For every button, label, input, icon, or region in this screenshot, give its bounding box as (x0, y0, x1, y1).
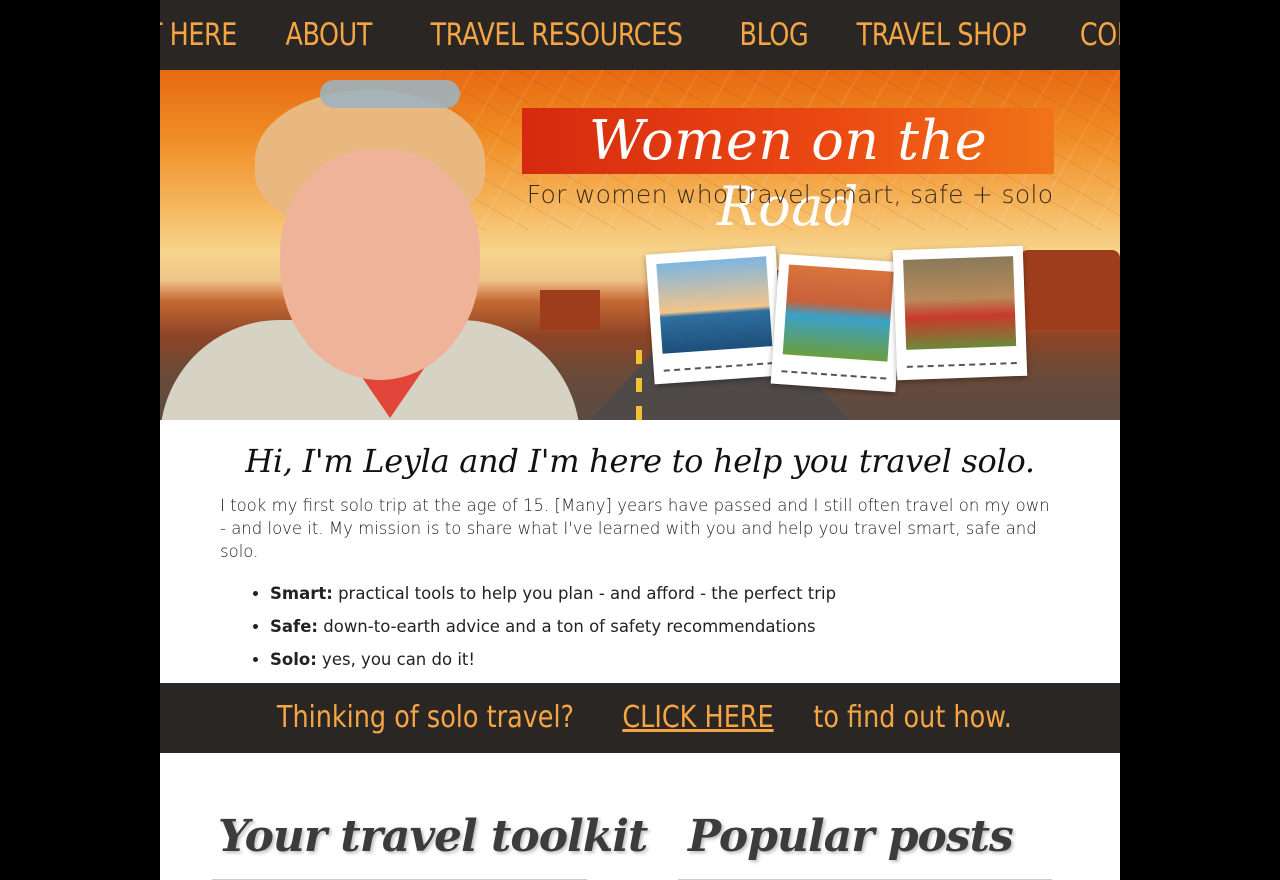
cta-text-before: Thinking of solo travel? (276, 700, 583, 735)
hero-banner: Women on the Road For women who travel s… (160, 70, 1120, 420)
site-tagline: For women who travel smart, safe + solo (526, 180, 1054, 209)
toolkit-heading: Your travel toolkit (218, 811, 648, 862)
polaroid-beach (645, 245, 785, 385)
cta-text-after: to find out how. (805, 700, 1012, 735)
road-line (636, 350, 642, 420)
polaroid-scooter (892, 245, 1028, 381)
site-title: Women on the Road (588, 109, 988, 238)
bullet-text: yes, you can do it! (316, 650, 475, 669)
intro-section: Hi, I'm Leyla and I'm here to help you t… (160, 420, 1120, 683)
nav-start-here[interactable]: START HERE (160, 17, 238, 53)
cactus-image (782, 264, 894, 362)
values-list: Smart: practical tools to help you plan … (270, 582, 1060, 671)
list-item: Solo: yes, you can do it! (270, 648, 1060, 671)
intro-heading: Hi, I'm Leyla and I'm here to help you t… (245, 442, 1035, 480)
dashed-trail (781, 370, 887, 380)
cta-click-here-link[interactable]: CLICK HERE (622, 683, 773, 753)
sunglasses (320, 80, 460, 108)
nav-blog[interactable]: BLOG (740, 17, 809, 53)
main-nav: START HERE ABOUT TRAVEL RESOURCES BLOG T… (160, 0, 1120, 70)
list-item: Safe: down-to-earth advice and a ton of … (270, 615, 1060, 638)
site-title-box: Women on the Road (522, 108, 1054, 238)
bullet-label: Smart: (270, 584, 333, 603)
dashed-trail (663, 362, 774, 372)
cta-bar: Thinking of solo travel? CLICK HERE to f… (160, 683, 1120, 753)
polaroid-cactus (770, 253, 905, 393)
beach-image (656, 256, 773, 354)
nav-about[interactable]: ABOUT (285, 17, 372, 53)
dashed-trail (906, 362, 1017, 368)
bottom-section: Your travel toolkit Popular posts (160, 753, 1120, 880)
page: START HERE ABOUT TRAVEL RESOURCES BLOG T… (160, 0, 1120, 880)
popular-posts-heading: Popular posts (688, 811, 1014, 862)
intro-paragraph: I took my first solo trip at the age of … (220, 496, 1050, 561)
nav-travel-resources[interactable]: TRAVEL RESOURCES (431, 17, 683, 53)
scooter-image (903, 256, 1017, 350)
bullet-label: Safe: (270, 617, 318, 636)
nav-travel-shop[interactable]: TRAVEL SHOP (857, 17, 1027, 53)
portrait-face (280, 150, 480, 380)
list-item: Smart: practical tools to help you plan … (270, 582, 1060, 605)
bullet-text: practical tools to help you plan - and a… (332, 584, 837, 603)
mesa-rock (1020, 250, 1120, 330)
bullet-label: Solo: (270, 650, 317, 669)
nav-contact[interactable]: CONTACT (1080, 17, 1120, 53)
bullet-text: down-to-earth advice and a ton of safety… (318, 617, 816, 636)
